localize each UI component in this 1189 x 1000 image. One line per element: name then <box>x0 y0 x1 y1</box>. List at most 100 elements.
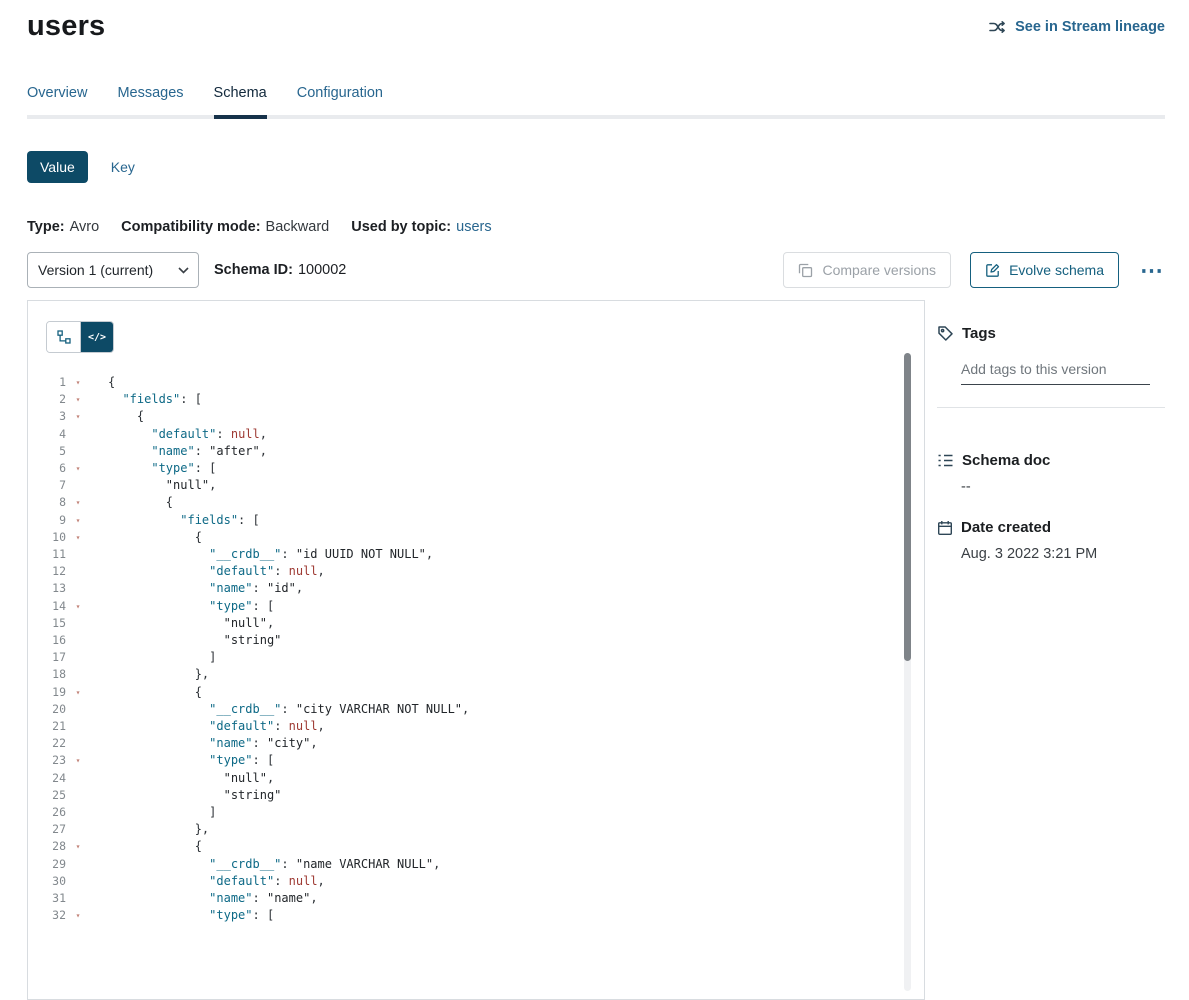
code-text: "string" <box>90 787 281 804</box>
collapse-arrow-icon[interactable]: ▾ <box>66 460 90 477</box>
schema-doc-value: -- <box>961 479 1165 495</box>
topic-link[interactable]: users <box>456 219 491 235</box>
line-number: 5 <box>28 443 66 460</box>
collapse-arrow-spacer <box>66 890 90 907</box>
tab-schema[interactable]: Schema <box>214 85 267 115</box>
version-select[interactable]: Version 1 (current) <box>27 252 199 288</box>
tag-icon <box>937 325 954 342</box>
code-text: "name": "id", <box>90 580 303 597</box>
meta-type-label: Type: <box>27 219 65 235</box>
code-line: 12 "default": null, <box>28 563 898 580</box>
code-line: 10▾ { <box>28 529 898 546</box>
code-line: 20 "__crdb__": "city VARCHAR NOT NULL", <box>28 701 898 718</box>
collapse-arrow-icon[interactable]: ▾ <box>66 838 90 855</box>
line-number: 15 <box>28 615 66 632</box>
code-line: 13 "name": "id", <box>28 580 898 597</box>
collapse-arrow-spacer <box>66 821 90 838</box>
collapse-arrow-icon[interactable]: ▾ <box>66 494 90 511</box>
code-text: "default": null, <box>90 563 325 580</box>
scrollbar-thumb[interactable] <box>904 353 911 661</box>
tab-messages[interactable]: Messages <box>117 85 183 115</box>
code-line: 17 ] <box>28 649 898 666</box>
stream-lineage-label: See in Stream lineage <box>1015 19 1165 35</box>
code-text: "fields": [ <box>90 512 260 529</box>
collapse-arrow-icon[interactable]: ▾ <box>66 512 90 529</box>
collapse-arrow-icon[interactable]: ▾ <box>66 752 90 769</box>
code-line: 4 "default": null, <box>28 426 898 443</box>
collapse-arrow-icon[interactable]: ▾ <box>66 408 90 425</box>
value-toggle-button[interactable]: Value <box>27 151 88 183</box>
code-text: { <box>90 408 144 425</box>
code-line: 19▾ { <box>28 684 898 701</box>
code-text: "type": [ <box>90 752 274 769</box>
code-line: 30 "default": null, <box>28 873 898 890</box>
code-view-icon: </> <box>88 332 106 343</box>
code-view-button[interactable]: </> <box>80 322 113 352</box>
line-number: 19 <box>28 684 66 701</box>
schema-doc-section: Schema doc -- <box>937 452 1165 495</box>
date-created-title: Date created <box>961 519 1051 536</box>
tree-view-button[interactable] <box>47 322 80 352</box>
collapse-arrow-icon[interactable]: ▾ <box>66 374 90 391</box>
key-toggle-link[interactable]: Key <box>111 159 135 175</box>
code-text: "string" <box>90 632 281 649</box>
code-line: 11 "__crdb__": "id UUID NOT NULL", <box>28 546 898 563</box>
schema-id-value: 100002 <box>298 262 346 278</box>
page-title: users <box>27 10 105 43</box>
meta-topic: Used by topic: users <box>351 219 491 235</box>
collapse-arrow-spacer <box>66 873 90 890</box>
code-text: "default": null, <box>90 426 267 443</box>
tab-configuration[interactable]: Configuration <box>297 85 383 115</box>
code-text: "type": [ <box>90 598 274 615</box>
list-icon <box>937 453 954 468</box>
code-text: "fields": [ <box>90 391 202 408</box>
compare-versions-button[interactable]: Compare versions <box>783 252 951 288</box>
code-line: 3▾ { <box>28 408 898 425</box>
schema-id-label: Schema ID: <box>214 262 293 278</box>
version-bar: Version 1 (current) Schema ID: 100002 Co… <box>27 252 1165 288</box>
code-line: 21 "default": null, <box>28 718 898 735</box>
code-text: }, <box>90 821 209 838</box>
evolve-schema-button[interactable]: Evolve schema <box>970 252 1119 288</box>
compare-versions-icon <box>798 263 813 278</box>
collapse-arrow-spacer <box>66 666 90 683</box>
code-line: 16 "string" <box>28 632 898 649</box>
schema-doc-header: Schema doc <box>937 452 1165 469</box>
line-number: 3 <box>28 408 66 425</box>
code-line: 5 "name": "after", <box>28 443 898 460</box>
line-number: 4 <box>28 426 66 443</box>
viewer-mode-toggle: </> <box>46 321 114 353</box>
schema-doc-title: Schema doc <box>962 452 1050 469</box>
sidebar-divider <box>937 407 1165 408</box>
code-line: 8▾ { <box>28 494 898 511</box>
meta-compatibility-value: Backward <box>266 219 330 235</box>
collapse-arrow-icon[interactable]: ▾ <box>66 529 90 546</box>
code-text: { <box>90 684 202 701</box>
code-line: 27 }, <box>28 821 898 838</box>
line-number: 7 <box>28 477 66 494</box>
tab-overview[interactable]: Overview <box>27 85 87 115</box>
add-tags-input[interactable] <box>961 358 1150 385</box>
collapse-arrow-icon[interactable]: ▾ <box>66 684 90 701</box>
collapse-arrow-icon[interactable]: ▾ <box>66 391 90 408</box>
code-text: ] <box>90 649 216 666</box>
collapse-arrow-spacer <box>66 701 90 718</box>
schema-viewer-panel: </> 1▾{2▾ "fields": [3▾ {4 "default": nu… <box>27 300 925 1000</box>
code-text: ] <box>90 804 216 821</box>
collapse-arrow-spacer <box>66 443 90 460</box>
tags-section-header: Tags <box>937 325 1165 342</box>
more-options-button[interactable]: ⋯ <box>1138 259 1165 282</box>
collapse-arrow-spacer <box>66 770 90 787</box>
collapse-arrow-spacer <box>66 735 90 752</box>
code-text: "null", <box>90 477 216 494</box>
scrollbar-track <box>904 353 911 991</box>
tree-view-icon <box>57 330 71 344</box>
code-text: "default": null, <box>90 873 325 890</box>
stream-lineage-link[interactable]: See in Stream lineage <box>989 19 1165 35</box>
schema-meta: Type: Avro Compatibility mode: Backward … <box>27 219 1165 235</box>
collapse-arrow-icon[interactable]: ▾ <box>66 598 90 615</box>
line-number: 26 <box>28 804 66 821</box>
code-text: "name": "city", <box>90 735 318 752</box>
collapse-arrow-spacer <box>66 856 90 873</box>
schema-id: Schema ID: 100002 <box>214 262 346 278</box>
